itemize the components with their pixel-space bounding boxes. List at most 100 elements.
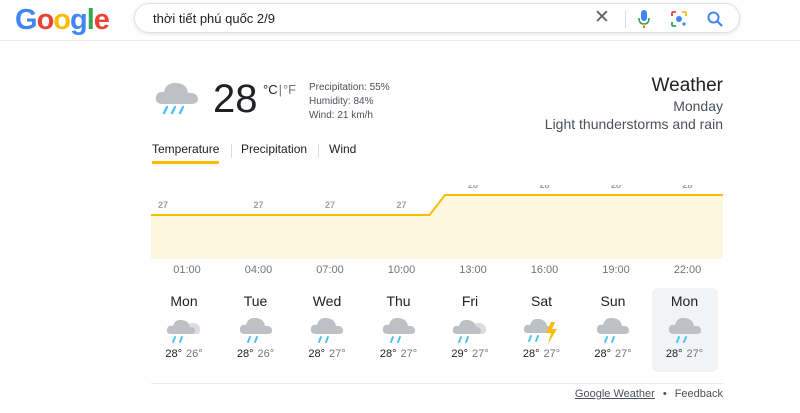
cloud-sun-rain-icon xyxy=(452,319,486,343)
high-temp: 28° xyxy=(379,348,397,360)
day-name: Thu xyxy=(386,293,411,309)
tab-temperature[interactable]: Temperature xyxy=(152,142,220,164)
tab-wind[interactable]: Wind xyxy=(329,142,356,156)
chart-time-label: 07:00 xyxy=(316,264,344,275)
day-forecast-mon[interactable]: Mon 28° 27° xyxy=(651,288,718,372)
logo-letter: o xyxy=(36,4,55,36)
cloud-rain-icon xyxy=(310,317,343,343)
chart-time-label: 16:00 xyxy=(531,264,559,275)
weather-card: 28 °C|°F Precipitation: 55% Humidity: 84… xyxy=(151,70,723,400)
high-temp: 28° xyxy=(236,348,254,360)
google-weather-link[interactable]: Google Weather xyxy=(575,388,655,400)
day-temps: 28° 27° xyxy=(509,348,575,360)
weather-footer: Google Weather • Feedback xyxy=(151,383,723,403)
chart-value-label: 28 xyxy=(682,185,692,190)
logo-letter: l xyxy=(86,4,95,36)
high-temp: 28° xyxy=(165,348,182,360)
day-temps: 28° 27° xyxy=(652,348,718,360)
google-logo[interactable]: Google xyxy=(15,4,110,37)
day-name: Wed xyxy=(312,293,342,309)
day-forecast-sun[interactable]: Sun 28° 27° xyxy=(580,288,646,372)
weather-title: Weather xyxy=(651,75,723,96)
chart-value-label: 27 xyxy=(396,200,406,210)
high-temp: 28° xyxy=(522,348,540,360)
google-lens-icon[interactable] xyxy=(670,10,688,28)
logo-letter: g xyxy=(70,4,88,36)
clear-icon[interactable]: ✕ xyxy=(594,8,610,28)
chart-value-label: 27 xyxy=(158,200,168,210)
day-forecast-fri[interactable]: Fri 29° 27° xyxy=(437,288,503,372)
chart-value-label: 28 xyxy=(539,185,549,190)
daily-forecast: Mon 28° 26° Tue 28° 26° Wed 28° 27° Thu 28° 27° Fri 2… xyxy=(151,288,723,378)
low-temp: 26° xyxy=(257,348,275,360)
low-temp: 27° xyxy=(400,348,418,360)
day-forecast-thu[interactable]: Thu 28° 27° xyxy=(366,288,432,372)
fahrenheit-unit[interactable]: °F xyxy=(283,82,296,97)
unit-separator: | xyxy=(278,82,282,97)
tab-divider xyxy=(231,144,232,158)
chart-value-label: 28 xyxy=(468,185,478,190)
chart-value-label: 28 xyxy=(611,185,621,190)
thunderstorm-icon xyxy=(523,318,557,344)
low-temp: 26° xyxy=(186,348,203,360)
wind-stat: Wind: 21 km/h xyxy=(309,110,373,121)
cloud-rain-icon xyxy=(668,317,701,343)
low-temp: 27° xyxy=(329,348,346,360)
day-forecast-mon[interactable]: Mon 28° 26° xyxy=(151,288,217,372)
precipitation-stat: Precipitation: 55% xyxy=(309,82,390,93)
logo-letter: o xyxy=(53,4,71,36)
day-temps: 29° 27° xyxy=(437,348,503,360)
high-temp: 29° xyxy=(451,348,468,360)
cloud-rain-icon xyxy=(596,317,629,343)
search-input[interactable]: thời tiết phú quốc 2/9 xyxy=(153,11,275,26)
tab-precipitation[interactable]: Precipitation xyxy=(241,142,307,156)
tab-divider xyxy=(318,144,319,158)
unit-switcher: °C|°F xyxy=(263,82,296,97)
high-temp: 28° xyxy=(594,348,611,360)
day-name: Sun xyxy=(600,293,626,309)
footer-dot: • xyxy=(662,388,667,400)
chart-time-label: 01:00 xyxy=(173,264,201,275)
cloud-sun-rain-icon xyxy=(166,319,200,343)
logo-letter: G xyxy=(15,4,38,36)
day-forecast-wed[interactable]: Wed 28° 27° xyxy=(294,288,360,372)
high-temp: 28° xyxy=(665,348,683,360)
microphone-icon[interactable] xyxy=(637,9,651,29)
low-temp: 27° xyxy=(543,348,561,360)
day-temps: 28° 27° xyxy=(580,348,646,360)
high-temp: 28° xyxy=(308,348,325,360)
day-temps: 28° 27° xyxy=(294,348,360,360)
day-temps: 28° 26° xyxy=(151,348,217,360)
day-forecast-sat[interactable]: Sat 28° 27° xyxy=(509,288,575,372)
feedback-link[interactable]: Feedback xyxy=(675,388,723,400)
low-temp: 27° xyxy=(615,348,632,360)
day-name: Mon xyxy=(170,293,198,309)
weather-day: Monday xyxy=(673,98,723,114)
day-name: Fri xyxy=(461,293,479,309)
humidity-stat: Humidity: 84% xyxy=(309,96,374,107)
temperature-chart: 27 01:00 27 04:00 27 07:00 27 10:00 28 13:00 28 16:… xyxy=(151,185,723,275)
day-temps: 28° 26° xyxy=(223,348,289,360)
cloud-rain-icon xyxy=(155,82,198,115)
low-temp: 27° xyxy=(686,348,704,360)
weather-condition: Light thunderstorms and rain xyxy=(544,116,723,132)
search-icon[interactable] xyxy=(706,10,724,28)
day-forecast-tue[interactable]: Tue 28° 26° xyxy=(223,288,289,372)
day-name: Tue xyxy=(243,293,268,309)
day-name: Mon xyxy=(670,293,699,309)
weather-summary: Weather Monday Light thunderstorms and r… xyxy=(545,75,723,133)
chart-value-label: 27 xyxy=(325,200,335,210)
chart-time-label: 22:00 xyxy=(674,264,702,275)
day-temps: 28° 27° xyxy=(366,348,432,360)
day-name: Sat xyxy=(530,293,552,309)
search-divider xyxy=(625,10,626,28)
top-bar: Google thời tiết phú quốc 2/9 ✕ xyxy=(0,0,800,41)
weather-stats: Precipitation: 55% Humidity: 84% Wind: 2… xyxy=(309,81,390,123)
cloud-rain-icon xyxy=(382,317,415,343)
chart-value-label: 27 xyxy=(253,200,263,210)
logo-letter: e xyxy=(93,4,110,36)
search-box[interactable]: thời tiết phú quốc 2/9 ✕ xyxy=(134,3,740,33)
chart-time-label: 13:00 xyxy=(459,264,487,275)
celsius-unit[interactable]: °C xyxy=(263,82,278,97)
cloud-rain-icon xyxy=(239,317,272,343)
